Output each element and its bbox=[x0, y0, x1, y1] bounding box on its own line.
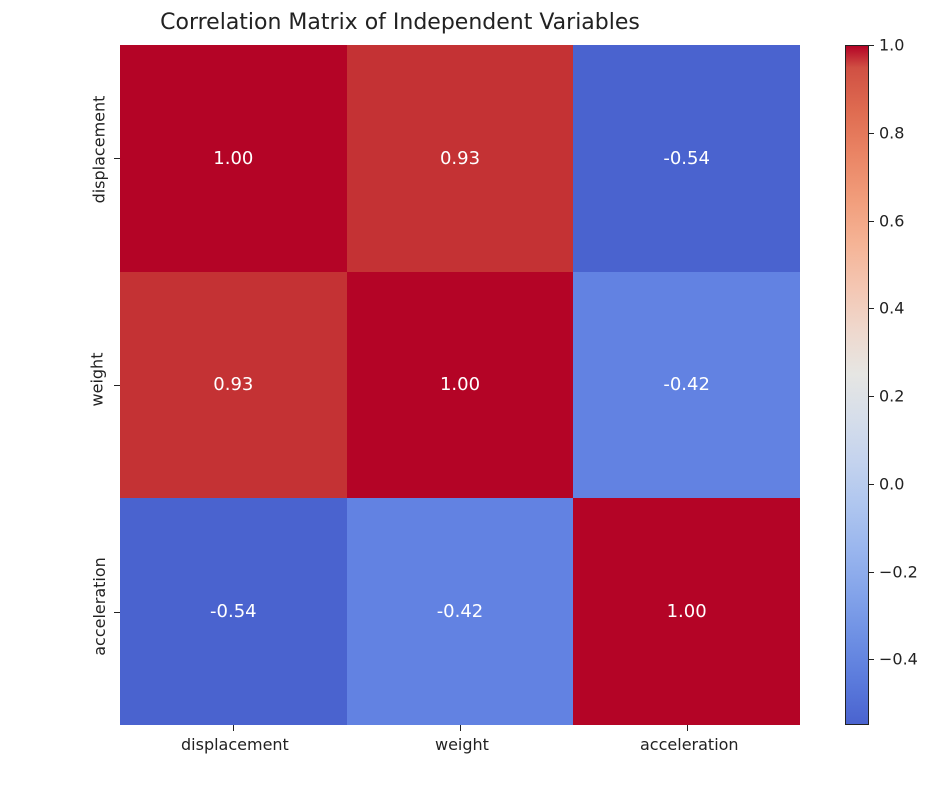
x-tick bbox=[687, 725, 688, 731]
x-tick-label: displacement bbox=[181, 735, 289, 754]
cell-value: 0.93 bbox=[440, 148, 480, 169]
heatmap-cell: 1.00 bbox=[347, 272, 574, 499]
x-tick bbox=[460, 725, 461, 731]
colorbar-tick bbox=[869, 572, 874, 573]
x-tick-label: acceleration bbox=[640, 735, 739, 754]
cell-value: -0.54 bbox=[210, 601, 257, 622]
x-tick bbox=[233, 725, 234, 731]
colorbar-gradient bbox=[845, 45, 869, 725]
y-tick-label: displacement bbox=[89, 96, 108, 204]
y-tick-label: weight bbox=[87, 353, 106, 407]
colorbar-tick bbox=[869, 221, 874, 222]
colorbar-tick bbox=[869, 484, 874, 485]
colorbar-tick bbox=[869, 396, 874, 397]
colorbar-tick bbox=[869, 133, 874, 134]
colorbar-tick bbox=[869, 659, 874, 660]
colorbar-tick-label: 0.2 bbox=[879, 387, 904, 406]
colorbar: 1.0 0.8 0.6 0.4 0.2 0.0 −0.2 −0.4 bbox=[845, 45, 945, 725]
heatmap-cell: -0.54 bbox=[120, 498, 347, 725]
cell-value: 1.00 bbox=[667, 601, 707, 622]
colorbar-tick bbox=[869, 308, 874, 309]
y-tick bbox=[114, 158, 120, 159]
y-tick bbox=[114, 612, 120, 613]
heatmap-cell: 0.93 bbox=[347, 45, 574, 272]
colorbar-tick-label: 1.0 bbox=[879, 36, 904, 55]
heatmap-cell: 1.00 bbox=[120, 45, 347, 272]
colorbar-tick-label: 0.0 bbox=[879, 474, 904, 493]
y-tick bbox=[114, 385, 120, 386]
chart-title: Correlation Matrix of Independent Variab… bbox=[0, 10, 800, 35]
cell-value: -0.54 bbox=[663, 148, 710, 169]
heatmap-cell: 0.93 bbox=[120, 272, 347, 499]
colorbar-tick-label: 0.4 bbox=[879, 299, 904, 318]
heatmap-cell: -0.42 bbox=[347, 498, 574, 725]
x-tick-label: weight bbox=[435, 735, 489, 754]
chart-canvas: Correlation Matrix of Independent Variab… bbox=[0, 0, 951, 786]
heatmap-grid: 1.00 0.93 -0.54 0.93 1.00 -0.42 -0.54 -0… bbox=[120, 45, 800, 725]
colorbar-tick-label: 0.6 bbox=[879, 211, 904, 230]
cell-value: -0.42 bbox=[437, 601, 484, 622]
cell-value: 1.00 bbox=[440, 374, 480, 395]
heatmap-cell: 1.00 bbox=[573, 498, 800, 725]
cell-value: 1.00 bbox=[213, 148, 253, 169]
colorbar-tick-label: 0.8 bbox=[879, 123, 904, 142]
heatmap-cell: -0.54 bbox=[573, 45, 800, 272]
heatmap-cell: -0.42 bbox=[573, 272, 800, 499]
colorbar-tick-label: −0.4 bbox=[879, 650, 918, 669]
cell-value: -0.42 bbox=[663, 374, 710, 395]
y-tick-label: acceleration bbox=[90, 557, 109, 656]
colorbar-tick-label: −0.2 bbox=[879, 562, 918, 581]
colorbar-tick bbox=[869, 45, 874, 46]
cell-value: 0.93 bbox=[213, 374, 253, 395]
